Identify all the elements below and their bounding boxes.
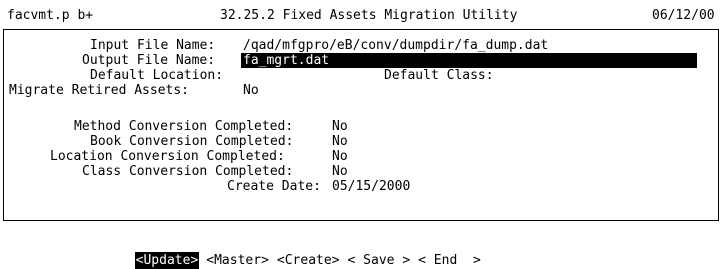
method-conversion-label: Method Conversion Completed: <box>74 119 294 134</box>
page-title: 32.25.2 Fixed Assets Migration Utility <box>220 8 518 23</box>
program-name: facvmt.p b+ <box>7 8 94 23</box>
migrate-retired-field[interactable]: No <box>243 83 259 98</box>
create-date-field[interactable]: 05/15/2000 <box>332 179 410 194</box>
input-file-field[interactable]: /qad/mfgpro/eB/conv/dumpdir/fa_dump.dat <box>243 38 548 53</box>
create-date-label: Create Date: <box>227 179 321 194</box>
migrate-retired-label: Migrate Retired Assets: <box>9 83 190 98</box>
output-file-label: Output File Name: <box>82 53 216 68</box>
class-conversion-label: Class Conversion Completed: <box>82 164 294 179</box>
location-conversion-value[interactable]: No <box>332 149 348 164</box>
action-bar: <Update> <Master> <Create> < Save > < End > <box>119 235 482 269</box>
default-location-label: Default Location: <box>90 68 224 83</box>
method-conversion-value[interactable]: No <box>332 119 348 134</box>
default-class-label: Default Class: <box>384 68 494 83</box>
update-button[interactable]: <Update> <box>134 252 200 269</box>
end-button[interactable]: < End > <box>417 252 482 269</box>
save-button[interactable]: < Save > <box>347 252 412 269</box>
book-conversion-label: Book Conversion Completed: <box>90 134 294 149</box>
output-file-field[interactable]: fa_mgrt.dat <box>241 53 697 68</box>
input-file-label: Input File Name: <box>90 38 216 53</box>
book-conversion-value[interactable]: No <box>332 134 348 149</box>
location-conversion-label: Location Conversion Completed: <box>50 149 285 164</box>
class-conversion-value[interactable]: No <box>332 164 348 179</box>
create-button[interactable]: <Create> <box>276 252 341 269</box>
master-button[interactable]: <Master> <box>205 252 270 269</box>
header-date: 06/12/00 <box>652 8 715 23</box>
